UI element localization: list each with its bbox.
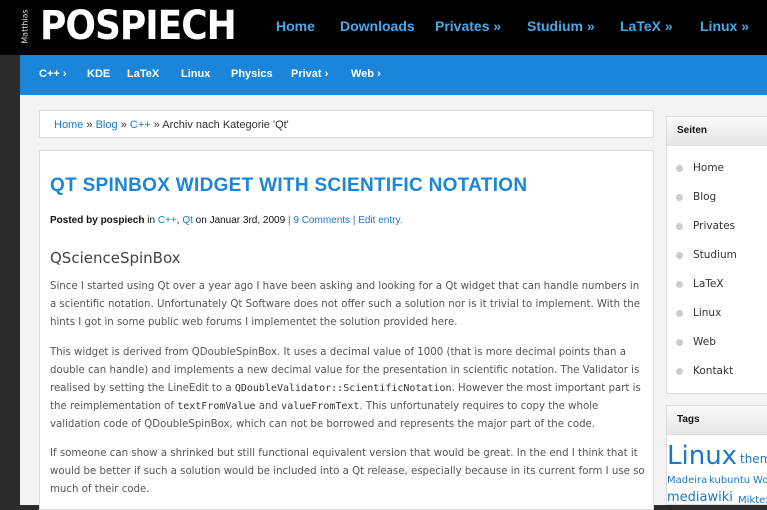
topnav-downloads[interactable]: Downloads bbox=[340, 18, 415, 34]
catnav-privat[interactable]: Privat › bbox=[291, 68, 328, 80]
bullet-icon bbox=[676, 339, 683, 346]
sidebar-item-latex[interactable]: LaTeX bbox=[667, 270, 767, 299]
sidebar-pages-list: Home Blog Privates Studium LaTeX Linux W… bbox=[667, 146, 767, 386]
bullet-icon bbox=[676, 165, 683, 172]
catnav-linux[interactable]: Linux bbox=[181, 68, 210, 80]
meta-in: in bbox=[147, 215, 156, 226]
site-logo[interactable]: POSPIECH bbox=[40, 2, 237, 50]
sidebar-pages-heading: Seiten bbox=[667, 117, 767, 146]
tag-wo[interactable]: Wo bbox=[753, 475, 767, 486]
meta-edit-link[interactable]: Edit entry. bbox=[358, 215, 402, 226]
sidebar-item-blog[interactable]: Blog bbox=[667, 183, 767, 212]
bullet-icon bbox=[676, 223, 683, 230]
top-header: Matthias POSPIECH Home Downloads Private… bbox=[0, 0, 767, 55]
tag-theme[interactable]: them bbox=[740, 452, 767, 466]
meta-date: Januar 3rd, 2009 bbox=[209, 215, 286, 226]
logo-first-name: Matthias bbox=[20, 9, 30, 44]
tag-miktex[interactable]: Miktex bbox=[738, 495, 767, 505]
sidebar-item-home[interactable]: Home bbox=[667, 154, 767, 183]
post-title[interactable]: QT SPINBOX WIDGET WITH SCIENTIFIC NOTATI… bbox=[50, 175, 527, 197]
topnav-home[interactable]: Home bbox=[276, 18, 315, 34]
catnav-web[interactable]: Web › bbox=[351, 68, 381, 80]
meta-on: on bbox=[195, 215, 207, 226]
catnav-latex[interactable]: LaTeX bbox=[127, 68, 159, 80]
sidebar-item-kontakt[interactable]: Kontakt bbox=[667, 357, 767, 386]
post-meta: Posted by pospiech in C++, Qt on Januar … bbox=[50, 215, 403, 226]
breadcrumb-current: » Archiv nach Kategorie 'Qt' bbox=[153, 119, 289, 131]
catnav-kde[interactable]: KDE bbox=[87, 68, 110, 80]
sidebar-item-linux[interactable]: Linux bbox=[667, 299, 767, 328]
tag-cloud: Linux them Madeira kubuntu Wo mediawiki … bbox=[667, 435, 767, 505]
meta-comma: , bbox=[176, 215, 180, 226]
tag-mediawiki[interactable]: mediawiki bbox=[667, 490, 733, 505]
sidebar-tags: Tags Linux them Madeira kubuntu Wo media… bbox=[666, 405, 767, 505]
breadcrumb-blog[interactable]: Blog bbox=[96, 119, 118, 131]
post-subheading: QScienceSpinBox bbox=[50, 249, 181, 267]
meta-category-cpp[interactable]: C++ bbox=[158, 215, 177, 226]
breadcrumb-separator: » bbox=[120, 119, 127, 131]
breadcrumb-cpp[interactable]: C++ bbox=[130, 119, 151, 131]
breadcrumb: Home » Blog » C++ » Archiv nach Kategori… bbox=[39, 110, 654, 138]
breadcrumb-separator: » bbox=[86, 119, 93, 131]
meta-comments-link[interactable]: 9 Comments bbox=[293, 215, 350, 226]
blog-post: QT SPINBOX WIDGET WITH SCIENTIFIC NOTATI… bbox=[39, 150, 654, 510]
post-paragraph-2: This widget is derived from QDoubleSpinB… bbox=[50, 347, 641, 430]
bullet-icon bbox=[676, 368, 683, 375]
meta-posted-by: Posted by bbox=[50, 215, 98, 226]
topnav-linux[interactable]: Linux » bbox=[700, 18, 749, 34]
post-paragraph-1: Since I started using Qt over a year ago… bbox=[50, 281, 641, 328]
bullet-icon bbox=[676, 252, 683, 259]
catnav-physics[interactable]: Physics bbox=[231, 68, 273, 80]
category-bar: C++ › KDE LaTeX Linux Physics Privat › W… bbox=[20, 55, 767, 95]
tag-kubuntu[interactable]: kubuntu bbox=[709, 475, 750, 486]
tag-linux[interactable]: Linux bbox=[667, 441, 737, 471]
sidebar-pages: Seiten Home Blog Privates Studium LaTeX … bbox=[666, 116, 767, 394]
meta-separator: | bbox=[287, 215, 291, 226]
code-validator: QDoubleValidator::ScientificNotation bbox=[234, 383, 452, 394]
meta-author: pospiech bbox=[100, 215, 145, 226]
meta-separator: | bbox=[352, 215, 356, 226]
bullet-icon bbox=[676, 281, 683, 288]
sidebar-item-studium[interactable]: Studium bbox=[667, 241, 767, 270]
sidebar-item-web[interactable]: Web bbox=[667, 328, 767, 357]
sidebar-item-privates[interactable]: Privates bbox=[667, 212, 767, 241]
bullet-icon bbox=[676, 310, 683, 317]
breadcrumb-home[interactable]: Home bbox=[54, 119, 83, 131]
code-textfromvalue: textFromValue bbox=[177, 401, 256, 412]
bullet-icon bbox=[676, 194, 683, 201]
catnav-cpp[interactable]: C++ › bbox=[39, 68, 67, 80]
topnav-latex[interactable]: LaTeX » bbox=[620, 18, 673, 34]
topnav-studium[interactable]: Studium » bbox=[527, 18, 595, 34]
sidebar-tags-heading: Tags bbox=[667, 406, 767, 435]
tag-madeira[interactable]: Madeira bbox=[667, 475, 707, 486]
post-paragraph-3: If someone can show a shrinked but still… bbox=[50, 448, 645, 495]
code-valuefromtext: valueFromText bbox=[281, 401, 360, 412]
topnav-privates[interactable]: Privates » bbox=[435, 18, 501, 34]
meta-category-qt[interactable]: Qt bbox=[182, 215, 193, 226]
